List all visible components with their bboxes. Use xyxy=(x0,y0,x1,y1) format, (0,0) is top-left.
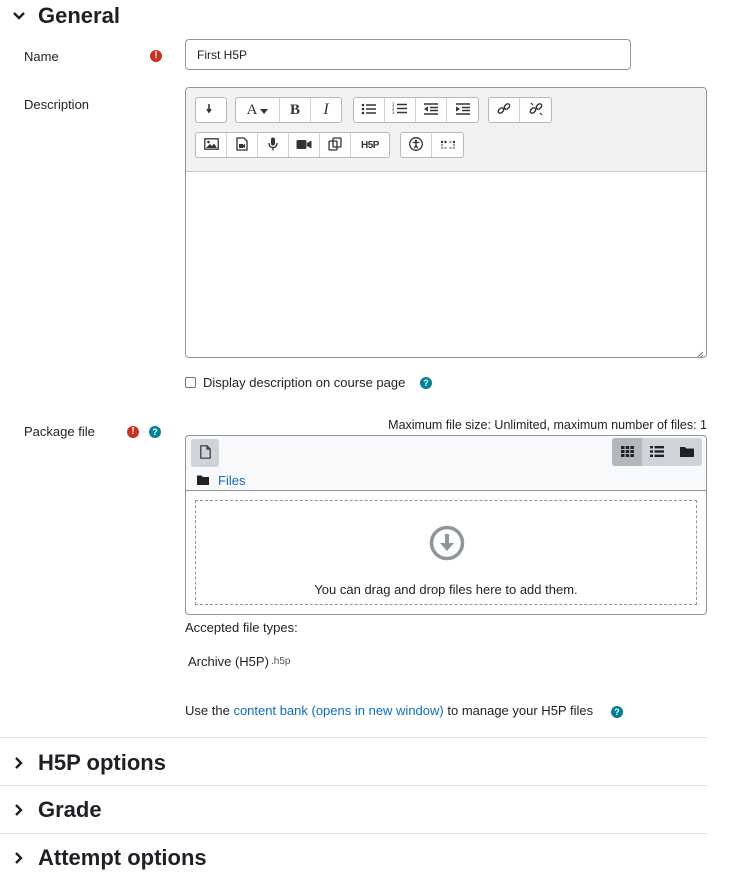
svg-text:3: 3 xyxy=(392,110,395,115)
resize-handle-icon[interactable] xyxy=(696,347,704,357)
braille-icon xyxy=(440,137,456,153)
section-title: Attempt options xyxy=(38,845,207,870)
section-grade-header[interactable]: Grade xyxy=(0,795,102,825)
unlink-button[interactable] xyxy=(520,98,551,122)
unordered-list-button[interactable] xyxy=(354,98,385,122)
name-field[interactable]: First H5P xyxy=(185,39,631,70)
folder-icon xyxy=(680,445,694,460)
description-label: Description xyxy=(24,97,90,112)
display-description-checkbox[interactable] xyxy=(185,377,196,388)
accessibility-icon xyxy=(409,136,423,154)
link-button[interactable] xyxy=(489,98,520,122)
collapse-toggle-button[interactable] xyxy=(196,98,226,122)
drop-zone[interactable]: You can drag and drop files here to add … xyxy=(195,500,697,605)
view-tree-button[interactable] xyxy=(672,438,702,466)
section-attempt-options-header[interactable]: Attempt options xyxy=(0,843,207,873)
content-bank-note: Use the content bank (opens in new windo… xyxy=(185,703,593,718)
description-textarea[interactable] xyxy=(186,172,706,357)
screenreader-helper-button[interactable] xyxy=(432,133,463,157)
section-h5p-options-header[interactable]: H5P options xyxy=(0,748,166,778)
record-video-button[interactable] xyxy=(289,133,320,157)
ordered-list-button[interactable]: 123 xyxy=(385,98,416,122)
section-title: Grade xyxy=(38,797,102,822)
name-value: First H5P xyxy=(197,47,248,62)
section-divider xyxy=(0,833,707,834)
breadcrumb-files-link[interactable]: Files xyxy=(218,473,245,488)
required-icon: ! xyxy=(127,426,139,438)
help-icon[interactable]: ? xyxy=(611,706,623,718)
required-icon: ! xyxy=(150,50,162,62)
file-picker-toolbar: Files xyxy=(186,436,706,491)
files-copy-icon xyxy=(328,136,342,154)
insert-h5p-button[interactable]: H5P xyxy=(351,133,389,157)
folder-icon xyxy=(197,473,209,488)
accepted-type-extension: .h5p xyxy=(271,656,291,667)
view-list-button[interactable] xyxy=(642,438,672,466)
section-title: H5P options xyxy=(38,750,166,775)
view-switcher xyxy=(612,438,702,466)
outdent-icon xyxy=(423,102,439,118)
note-text-before: Use the xyxy=(185,703,230,718)
toolbar-group-lists: 123 xyxy=(353,97,479,123)
editor-toolbar: A B I 123 H5P xyxy=(186,88,706,172)
collapse-icon xyxy=(206,102,216,118)
indent-icon xyxy=(455,102,471,118)
toolbar-group-links xyxy=(488,97,552,123)
outdent-button[interactable] xyxy=(416,98,447,122)
content-bank-link[interactable]: content bank (opens in new window) xyxy=(233,703,443,718)
section-divider xyxy=(0,785,707,786)
unlink-icon xyxy=(529,102,543,119)
add-file-button[interactable] xyxy=(191,439,219,467)
media-file-icon xyxy=(236,136,248,154)
download-arrow-icon xyxy=(429,525,465,564)
toolbar-group-collapse xyxy=(195,97,227,123)
font-style-button[interactable]: A xyxy=(236,98,280,122)
view-icons-button[interactable] xyxy=(612,438,642,466)
chevron-right-icon xyxy=(0,756,38,770)
accessibility-checker-button[interactable] xyxy=(401,133,432,157)
accepted-types-heading: Accepted file types: xyxy=(185,620,298,635)
toolbar-group-style: A B I xyxy=(235,97,342,123)
accepted-type-name: Archive (H5P) xyxy=(188,654,269,669)
package-file-label: Package file xyxy=(24,424,95,439)
insert-image-button[interactable] xyxy=(196,133,227,157)
unordered-list-icon xyxy=(361,102,377,118)
display-description-label[interactable]: Display description on course page xyxy=(203,375,405,390)
section-general-header[interactable]: General xyxy=(0,1,120,31)
italic-button[interactable]: I xyxy=(311,98,341,122)
ordered-list-icon: 123 xyxy=(392,102,408,118)
caret-down-icon xyxy=(260,102,269,119)
help-icon[interactable]: ? xyxy=(149,426,161,438)
list-icon xyxy=(650,445,664,460)
chevron-right-icon xyxy=(0,803,38,817)
insert-media-button[interactable] xyxy=(227,133,258,157)
section-title: General xyxy=(38,3,120,28)
grid-icon xyxy=(620,445,634,460)
microphone-icon xyxy=(268,137,278,154)
toolbar-group-accessibility xyxy=(400,132,464,158)
video-camera-icon xyxy=(296,137,312,153)
note-text-after: to manage your H5P files xyxy=(447,703,594,718)
chevron-right-icon xyxy=(0,851,38,865)
bold-button[interactable]: B xyxy=(280,98,311,122)
section-divider xyxy=(0,737,707,738)
file-icon xyxy=(199,444,211,462)
font-style-label: A xyxy=(246,101,258,118)
help-icon[interactable]: ? xyxy=(420,377,432,389)
file-picker: Files You can drag and drop files here t… xyxy=(185,435,707,615)
file-limits-text: Maximum file size: Unlimited, maximum nu… xyxy=(388,418,707,432)
image-icon xyxy=(203,137,219,153)
description-editor: A B I 123 H5P xyxy=(185,87,707,358)
toolbar-group-media: H5P xyxy=(195,132,390,158)
indent-button[interactable] xyxy=(447,98,478,122)
chevron-down-icon xyxy=(0,11,38,21)
manage-files-button[interactable] xyxy=(320,133,351,157)
drop-zone-text: You can drag and drop files here to add … xyxy=(314,582,578,597)
link-icon xyxy=(497,102,511,119)
name-label: Name xyxy=(24,49,59,64)
record-audio-button[interactable] xyxy=(258,133,289,157)
